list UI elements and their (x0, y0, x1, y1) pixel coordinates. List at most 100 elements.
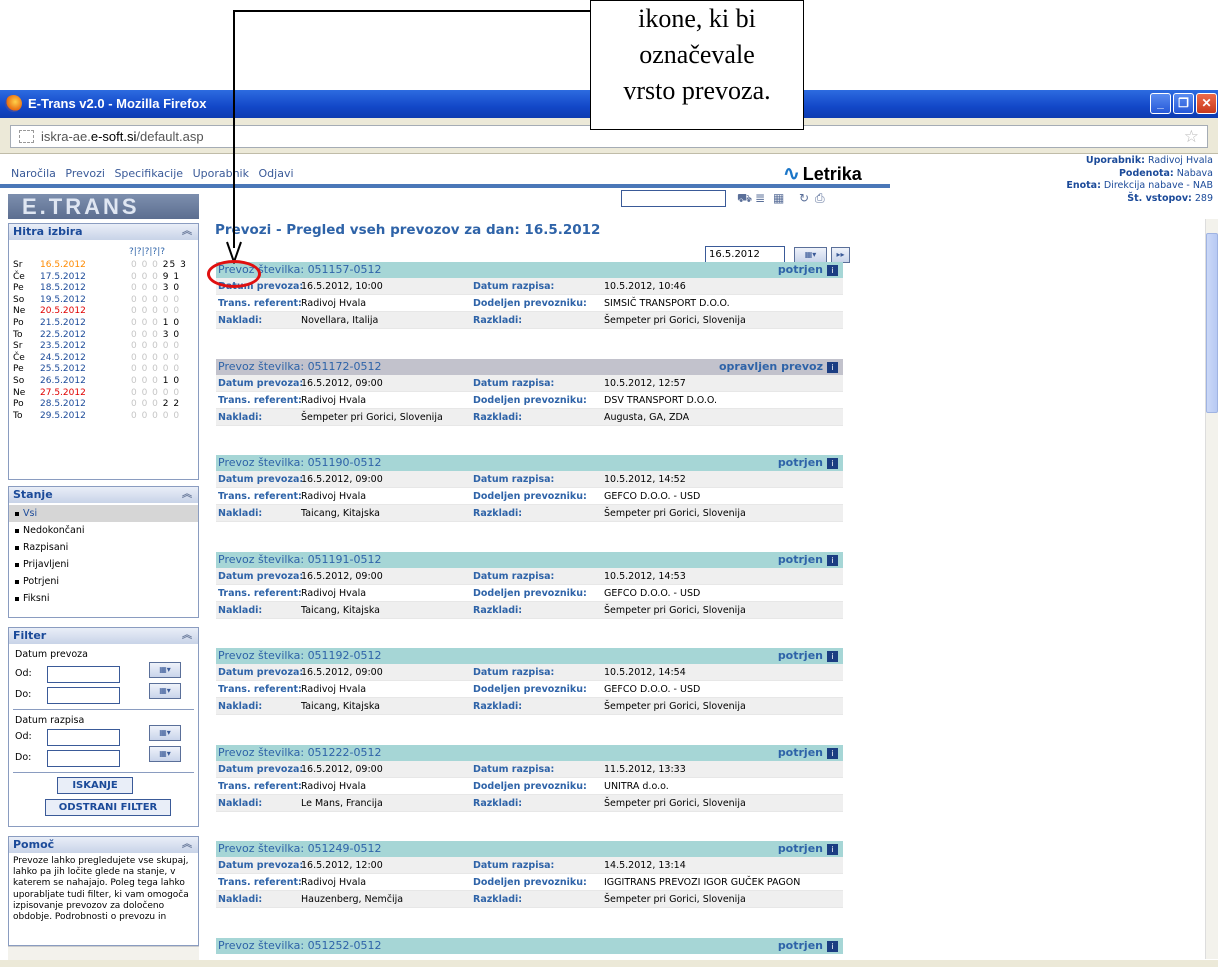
list-icon[interactable]: ≣ (755, 192, 767, 204)
state-item-fiksni[interactable]: Fiksni (9, 590, 198, 607)
info-icon[interactable]: i (827, 940, 838, 952)
quick-select-day[interactable]: Po 21.5.2012 0 0 0 1 0 (13, 318, 193, 330)
transport-number[interactable]: 051252-0512 (308, 939, 382, 952)
scrollbar-thumb[interactable] (1206, 233, 1218, 413)
state-header[interactable]: Stanje ︽ (9, 487, 198, 503)
bookmark-star-icon[interactable]: ☆ (1184, 126, 1199, 147)
help-header[interactable]: Pomoč ︽ (9, 837, 198, 853)
collapse-icon[interactable]: ︽ (182, 224, 192, 240)
document-icon[interactable]: ▦ (773, 192, 785, 204)
menu-uporabnik[interactable]: Uporabnik (193, 167, 249, 180)
page-vertical-scrollbar[interactable] (1205, 219, 1218, 959)
quick-select-header[interactable]: Hitra izbira ︽ (9, 224, 198, 240)
highlight-ellipse (207, 260, 261, 288)
filter-header[interactable]: Filter ︽ (9, 628, 198, 644)
day-date[interactable]: 23.5.2012 (40, 341, 86, 353)
state-item-potrjeni[interactable]: Potrjeni (9, 573, 198, 590)
clear-filter-button[interactable]: ODSTRANI FILTER (45, 799, 171, 816)
quick-select-day[interactable]: Sr 23.5.2012 0 0 0 0 0 (13, 341, 193, 353)
collapse-icon[interactable]: ︽ (182, 837, 192, 853)
info-icon[interactable]: i (827, 747, 838, 759)
calendar-picker-icon[interactable]: ▦▾ (149, 683, 181, 699)
quick-select-day[interactable]: So 19.5.2012 0 0 0 0 0 (13, 295, 193, 307)
collapse-icon[interactable]: ︽ (182, 628, 192, 644)
day-date[interactable]: 18.5.2012 (40, 283, 86, 295)
state-item-nedokoncani[interactable]: Nedokončani (9, 522, 198, 539)
truck-icon[interactable]: ⛟ (737, 192, 752, 204)
menu-narocila[interactable]: Naročila (11, 167, 56, 180)
date-input[interactable]: 16.5.2012 (705, 246, 785, 263)
search-button[interactable]: ISKANJE (57, 777, 133, 794)
quick-select-day[interactable]: To 29.5.2012 0 0 0 0 0 (13, 411, 193, 423)
state-item-vsi[interactable]: Vsi (9, 505, 198, 522)
day-date[interactable]: 24.5.2012 (40, 353, 86, 365)
minimize-button[interactable]: _ (1150, 93, 1171, 114)
menu-odjavi[interactable]: Odjavi (259, 167, 294, 180)
transport-number[interactable]: 051192-0512 (308, 649, 382, 662)
info-icon[interactable]: i (827, 265, 838, 276)
print-icon[interactable]: ⎙ (815, 192, 827, 204)
transport-card-header[interactable]: Prevoz številka: 051222-0512 potrjen i (216, 744, 843, 761)
transport-number[interactable]: 051157-0512 (308, 263, 382, 276)
transport-row: Trans. referent: Radivoj Hvala Dodeljen pr… (216, 584, 843, 602)
day-date[interactable]: 29.5.2012 (40, 411, 86, 423)
day-date[interactable]: 28.5.2012 (40, 399, 86, 411)
transport-number[interactable]: 051190-0512 (308, 456, 382, 469)
refresh-icon[interactable]: ↻ (799, 192, 811, 204)
transport-date-to-input[interactable] (47, 687, 120, 704)
transport-number[interactable]: 051222-0512 (308, 746, 382, 759)
transport-card-header[interactable]: Prevoz številka: 051157-0512 potrjen i (216, 262, 843, 278)
transport-card-header[interactable]: Prevoz številka: 051192-0512 potrjen i (216, 648, 843, 664)
quick-search-input[interactable] (621, 190, 726, 207)
quick-select-day[interactable]: To 22.5.2012 0 0 0 3 0 (13, 330, 193, 342)
quick-select-day[interactable]: Če 24.5.2012 0 0 0 0 0 (13, 353, 193, 365)
tender-date-from-input[interactable] (47, 729, 120, 746)
calendar-picker-icon[interactable]: ▦▾ (794, 247, 827, 263)
transport-number[interactable]: 051172-0512 (308, 360, 382, 373)
maximize-button[interactable]: ❐ (1173, 93, 1194, 114)
collapse-icon[interactable]: ︽ (182, 487, 192, 503)
quick-select-day[interactable]: Po 28.5.2012 0 0 0 2 2 (13, 399, 193, 411)
quick-select-day[interactable]: Ne 20.5.2012 0 0 0 0 0 (13, 306, 193, 318)
transport-card-header[interactable]: Prevoz številka: 051249-0512 potrjen i (216, 841, 843, 857)
quick-select-day[interactable]: So 26.5.2012 0 0 0 1 0 (13, 376, 193, 388)
transport-number[interactable]: 051249-0512 (308, 842, 382, 855)
state-item-prijavljeni[interactable]: Prijavljeni (9, 556, 198, 573)
day-date[interactable]: 19.5.2012 (40, 295, 86, 307)
tender-date-to-input[interactable] (47, 750, 120, 767)
sidebar-horizontal-scrollbar[interactable] (8, 946, 199, 960)
day-date[interactable]: 21.5.2012 (40, 318, 86, 330)
day-date[interactable]: 17.5.2012 (40, 272, 86, 284)
transport-number[interactable]: 051191-0512 (308, 553, 382, 566)
day-date[interactable]: 26.5.2012 (40, 376, 86, 388)
transport-card-header[interactable]: Prevoz številka: 051172-0512 opravljen pr… (216, 358, 843, 375)
day-date[interactable]: 25.5.2012 (40, 364, 86, 376)
day-date[interactable]: 27.5.2012 (40, 388, 86, 400)
info-icon[interactable]: i (827, 361, 838, 373)
calendar-picker-icon[interactable]: ▦▾ (149, 662, 181, 678)
calendar-picker-icon[interactable]: ▦▾ (149, 746, 181, 762)
day-date[interactable]: 20.5.2012 (40, 306, 86, 318)
calendar-picker-icon[interactable]: ▦▾ (149, 725, 181, 741)
info-icon[interactable]: i (827, 458, 838, 469)
state-item-razpisani[interactable]: Razpisani (9, 539, 198, 556)
close-button[interactable]: ✕ (1196, 93, 1217, 114)
transport-card: Prevoz številka: 051249-0512 potrjen i Datu… (216, 841, 843, 908)
menu-prevozi[interactable]: Prevozi (65, 167, 105, 180)
info-icon[interactable]: i (827, 844, 838, 855)
transport-date-from-input[interactable] (47, 666, 120, 683)
day-date[interactable]: 16.5.2012 (40, 260, 86, 272)
quick-select-day[interactable]: Sr 16.5.2012 0 0 0 25 3 (13, 260, 193, 272)
next-day-icon[interactable]: ▸▸ (831, 247, 850, 263)
transport-card-header[interactable]: Prevoz številka: 051252-0512 potrjen i (216, 937, 843, 954)
quick-select-day[interactable]: Pe 25.5.2012 0 0 0 0 0 (13, 364, 193, 376)
quick-select-day[interactable]: Pe 18.5.2012 0 0 0 3 0 (13, 283, 193, 295)
info-icon[interactable]: i (827, 554, 838, 566)
transport-card-header[interactable]: Prevoz številka: 051191-0512 potrjen i (216, 551, 843, 568)
menu-specifikacije[interactable]: Specifikacije (114, 167, 183, 180)
quick-select-day[interactable]: Ne 27.5.2012 0 0 0 0 0 (13, 388, 193, 400)
day-date[interactable]: 22.5.2012 (40, 330, 86, 342)
quick-select-day[interactable]: Če 17.5.2012 0 0 0 9 1 (13, 272, 193, 284)
info-icon[interactable]: i (827, 651, 838, 662)
transport-card-header[interactable]: Prevoz številka: 051190-0512 potrjen i (216, 455, 843, 471)
